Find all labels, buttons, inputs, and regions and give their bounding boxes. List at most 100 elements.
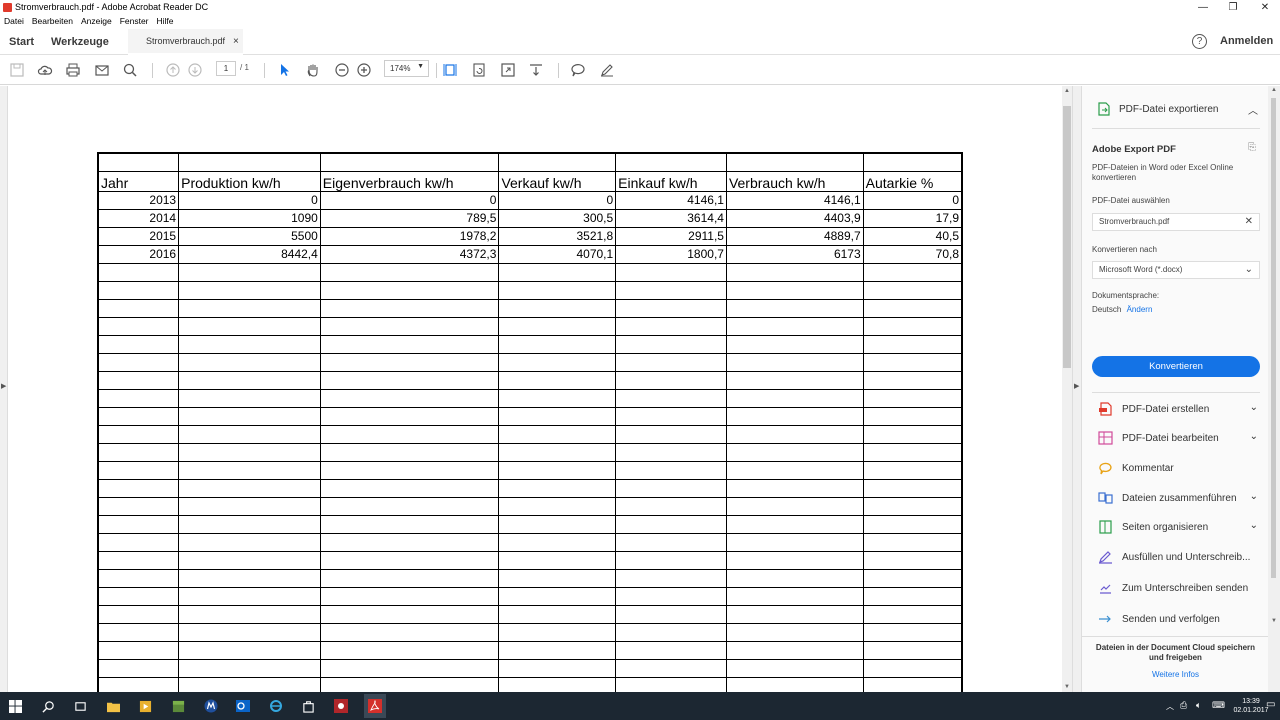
- rotate-page-icon[interactable]: [470, 61, 488, 79]
- app-icon-blue-circle[interactable]: [201, 696, 221, 716]
- store-icon[interactable]: [298, 696, 318, 716]
- menu-hilfe[interactable]: Hilfe: [153, 15, 178, 29]
- change-language-link[interactable]: Ändern: [1127, 305, 1153, 314]
- table-cell: [725, 604, 864, 624]
- minecraft-icon[interactable]: [168, 696, 188, 716]
- chevron-down-icon[interactable]: ⌄: [1250, 491, 1258, 502]
- table-cell: 40,5: [862, 226, 963, 246]
- tool-combine-files[interactable]: Dateien zusammenführen ⌄: [1098, 489, 1258, 507]
- scroll-up-icon[interactable]: ▲: [1271, 87, 1277, 93]
- clear-file-icon[interactable]: ✕: [1245, 216, 1253, 227]
- search-icon[interactable]: [121, 61, 139, 79]
- help-icon[interactable]: ?: [1192, 34, 1207, 49]
- pen-icon[interactable]: [598, 61, 616, 79]
- convert-format-select[interactable]: Microsoft Word (*.docx) ⌄: [1092, 261, 1260, 279]
- menu-fenster[interactable]: Fenster: [116, 15, 153, 29]
- scrollbar-thumb[interactable]: [1271, 98, 1276, 578]
- fit-page-icon[interactable]: [441, 61, 459, 79]
- signin-button[interactable]: Anmelden: [1220, 35, 1273, 47]
- search-icon[interactable]: [38, 696, 58, 716]
- email-icon[interactable]: [93, 61, 111, 79]
- scrollbar-thumb[interactable]: [1063, 106, 1071, 368]
- table-cell: 0: [498, 190, 617, 210]
- table-cell: [498, 622, 617, 642]
- select-cursor-icon[interactable]: [276, 61, 294, 79]
- selected-file-field[interactable]: Stromverbrauch.pdf ✕: [1092, 213, 1260, 231]
- tool-send-and-track[interactable]: Senden und verfolgen: [1098, 610, 1258, 628]
- tab-document[interactable]: Stromverbrauch.pdf ×: [128, 29, 243, 55]
- table-cell: [97, 568, 180, 588]
- tool-edit-pdf[interactable]: PDF-Datei bearbeiten ⌄: [1098, 429, 1258, 447]
- tool-create-pdf[interactable]: PDF-Datei erstellen ⌄: [1098, 400, 1258, 418]
- menu-bearbeiten[interactable]: Bearbeiten: [28, 15, 77, 29]
- windows-start-icon[interactable]: [5, 696, 25, 716]
- table-cell: [725, 496, 864, 516]
- show-hidden-icons[interactable]: ︿: [1166, 701, 1174, 712]
- convert-button[interactable]: Konvertieren: [1092, 356, 1260, 377]
- next-page-icon[interactable]: [186, 61, 204, 79]
- table-cell: 3614,4: [615, 208, 727, 228]
- hand-tool-icon[interactable]: [304, 61, 322, 79]
- scroll-mode-icon[interactable]: [527, 61, 545, 79]
- file-explorer-icon[interactable]: [103, 696, 123, 716]
- table-cell: 6173: [725, 244, 864, 264]
- table-cell: 5500: [178, 226, 321, 246]
- tab-start[interactable]: Start: [9, 29, 34, 55]
- chevron-down-icon[interactable]: ⌄: [1250, 402, 1258, 413]
- internet-explorer-icon[interactable]: [266, 696, 286, 716]
- tool-comment[interactable]: Kommentar: [1098, 459, 1258, 477]
- document-scrollbar[interactable]: ▲ ▼: [1062, 86, 1072, 692]
- tools-panel: PDF-Datei exportieren ︿ Adobe Export PDF…: [1081, 86, 1269, 692]
- zoom-in-icon[interactable]: [355, 61, 373, 79]
- export-info-icon[interactable]: ⎘: [1248, 142, 1256, 153]
- cloud-upload-icon[interactable]: [36, 61, 54, 79]
- chevron-down-icon[interactable]: ⌄: [1250, 431, 1258, 442]
- export-description: PDF-Dateien in Word oder Excel Online ko…: [1092, 163, 1234, 182]
- outlook-icon[interactable]: [233, 696, 253, 716]
- tool-send-for-signature[interactable]: Zum Unterschreiben senden: [1098, 579, 1258, 597]
- tool-organize-pages[interactable]: Seiten organisieren ⌄: [1098, 518, 1258, 536]
- zoom-select[interactable]: 174% ▼: [384, 60, 429, 77]
- keyboard-icon[interactable]: ⌨: [1212, 700, 1225, 711]
- close-icon[interactable]: ✕: [1250, 0, 1280, 15]
- left-pane-toggle[interactable]: ▶: [0, 86, 8, 692]
- volume-icon[interactable]: 🔈︎: [1196, 700, 1201, 711]
- table-cell: [725, 152, 864, 172]
- acrobat-reader-icon[interactable]: [364, 694, 386, 718]
- page-number-input[interactable]: 1: [216, 61, 236, 76]
- print-icon[interactable]: [64, 61, 82, 79]
- more-info-link[interactable]: Weitere Infos: [1082, 670, 1269, 679]
- chevron-down-icon[interactable]: ⌄: [1250, 520, 1258, 531]
- tab-tools[interactable]: Werkzeuge: [51, 29, 109, 55]
- fullscreen-icon[interactable]: [499, 61, 517, 79]
- right-pane-toggle[interactable]: ▶: [1072, 86, 1081, 692]
- comment-icon[interactable]: [569, 61, 587, 79]
- tool-fill-sign[interactable]: Ausfüllen und Unterschreib...: [1098, 548, 1258, 566]
- minimize-icon[interactable]: —: [1188, 0, 1218, 15]
- expand-left-icon: ▶: [1, 383, 7, 390]
- scroll-down-icon[interactable]: ▼: [1271, 618, 1277, 624]
- collapse-right-icon: ▶: [1074, 383, 1080, 390]
- save-icon[interactable]: [8, 61, 26, 79]
- export-pdf-header[interactable]: PDF-Datei exportieren ︿: [1098, 102, 1258, 117]
- previous-page-icon[interactable]: [164, 61, 182, 79]
- zoom-out-icon[interactable]: [333, 61, 351, 79]
- tool-label: PDF-Datei erstellen: [1122, 403, 1210, 415]
- scroll-up-icon[interactable]: ▲: [1064, 88, 1070, 94]
- column-header: Eigenverbrauch kw/h: [319, 170, 500, 192]
- select-pdf-link[interactable]: PDF-Datei auswählen: [1092, 196, 1170, 205]
- table-cell: [862, 406, 963, 426]
- panel-scrollbar[interactable]: ▲ ▼: [1268, 86, 1280, 692]
- app-icon-red[interactable]: [331, 696, 351, 716]
- network-icon[interactable]: ⎙: [1180, 700, 1187, 711]
- menu-datei[interactable]: Datei: [0, 15, 28, 29]
- restore-icon[interactable]: ❐: [1218, 0, 1248, 15]
- table-cell: 3521,8: [498, 226, 617, 246]
- task-view-icon[interactable]: [70, 696, 90, 716]
- scroll-down-icon[interactable]: ▼: [1064, 684, 1070, 690]
- app-icon-yellow[interactable]: [135, 696, 155, 716]
- clock[interactable]: 13:39 02.01.2017: [1231, 697, 1271, 715]
- tab-close-icon[interactable]: ×: [233, 36, 239, 47]
- chevron-up-icon[interactable]: ︿: [1248, 102, 1258, 117]
- menu-anzeige[interactable]: Anzeige: [77, 15, 116, 29]
